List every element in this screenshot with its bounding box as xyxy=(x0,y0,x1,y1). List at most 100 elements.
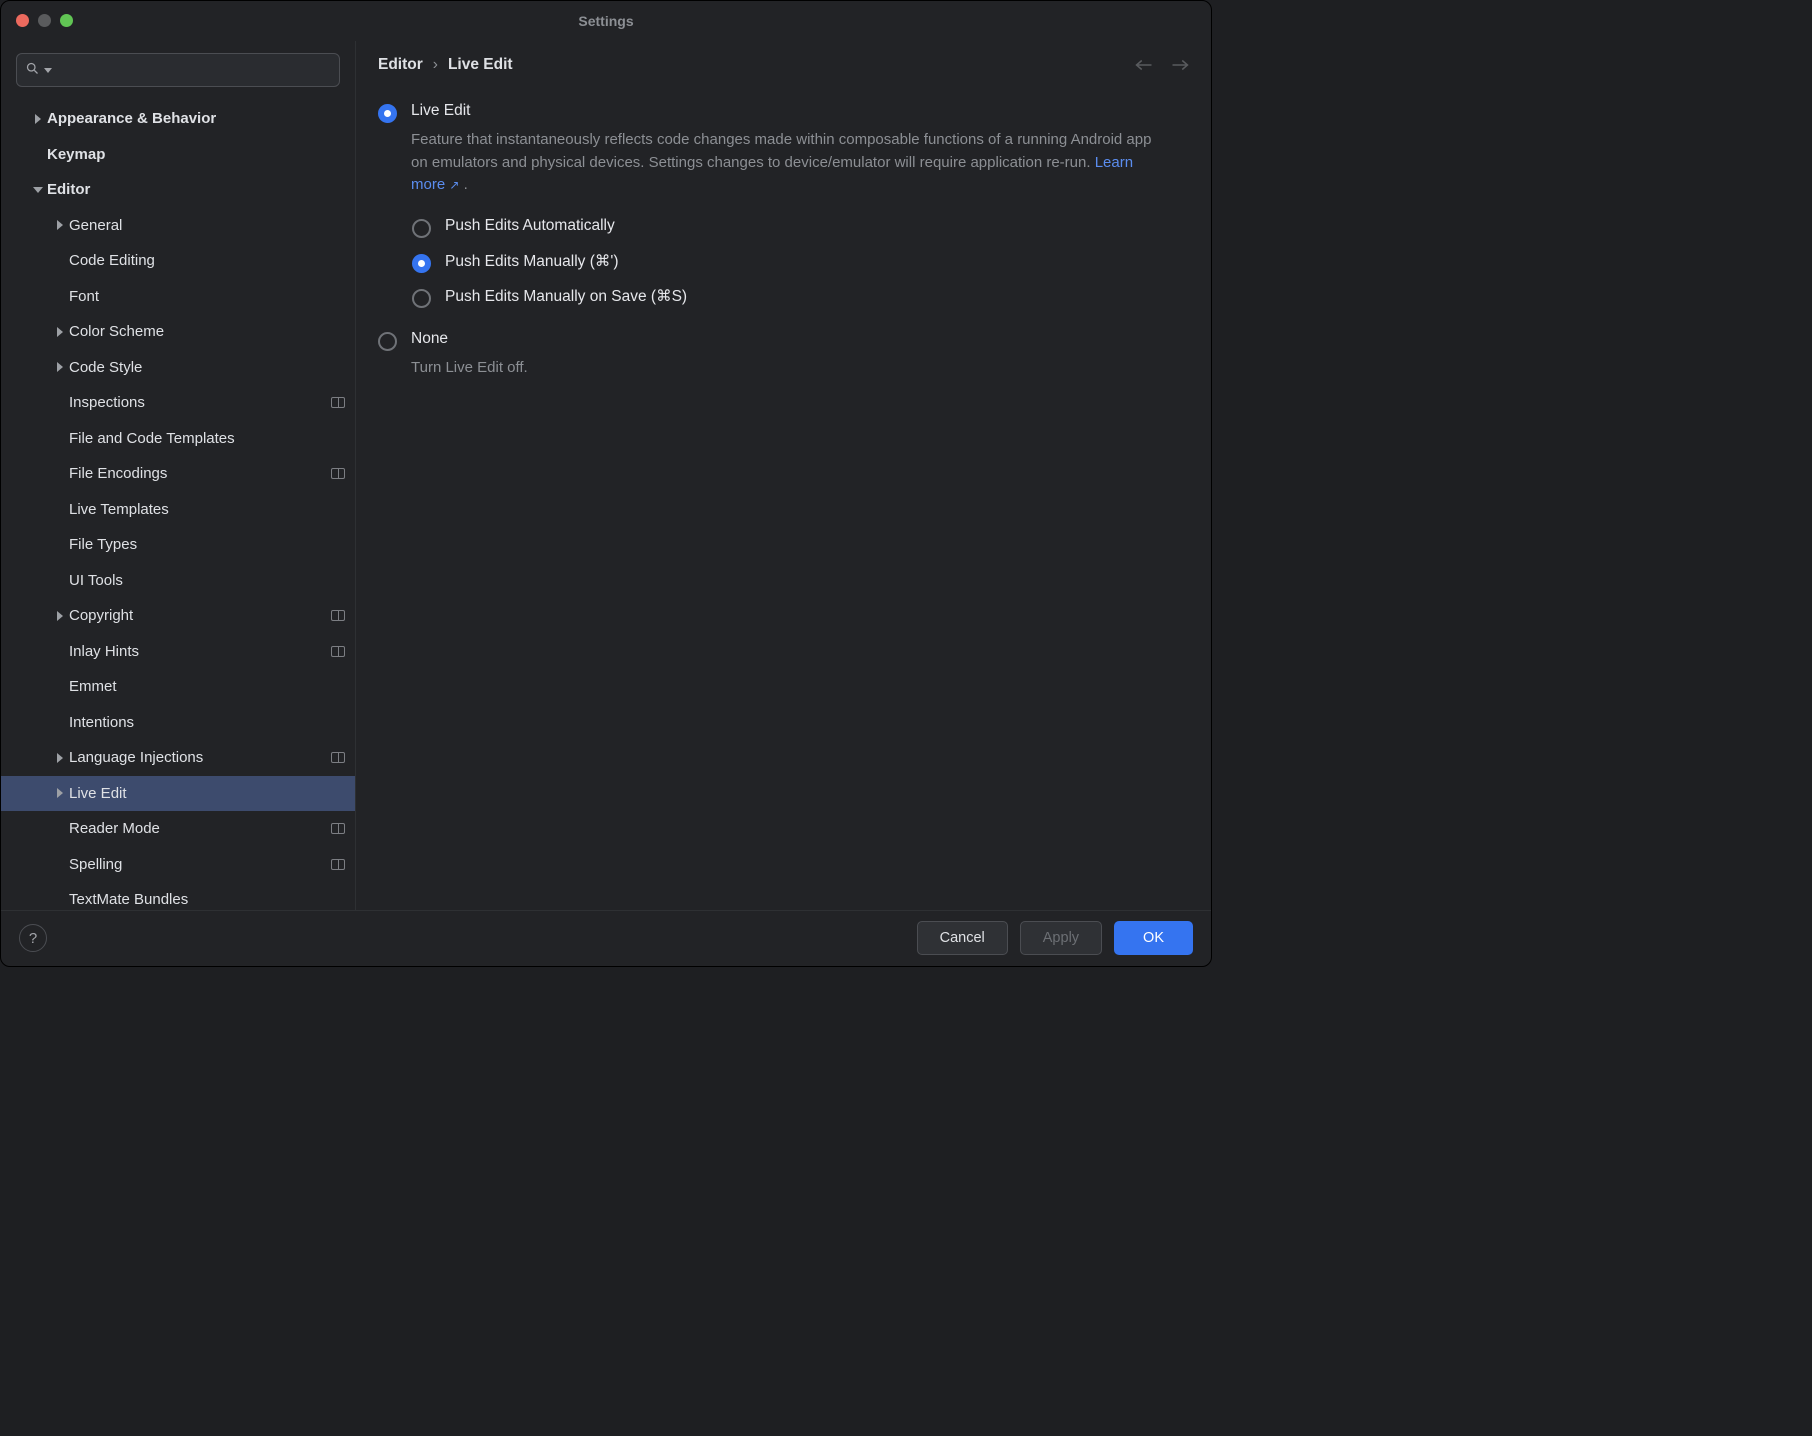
option-description: Feature that instantaneously reflects co… xyxy=(411,129,1171,197)
option-push-on-save[interactable]: Push Edits Manually on Save (⌘S) xyxy=(412,287,1189,308)
window-minimize-button[interactable] xyxy=(38,14,51,27)
tree-item-editor[interactable]: Editor xyxy=(1,172,355,208)
tree-item-file-types[interactable]: File Types xyxy=(1,527,355,563)
tree-item-keymap[interactable]: Keymap xyxy=(1,137,355,173)
tree-item-inspections[interactable]: Inspections xyxy=(1,385,355,421)
tree-item-label: Language Injections xyxy=(69,749,325,766)
option-label: Push Edits Automatically xyxy=(445,217,615,235)
external-link-icon: ↗ xyxy=(449,178,459,192)
chevron-icon xyxy=(51,788,69,798)
tree-item-reader-mode[interactable]: Reader Mode xyxy=(1,811,355,847)
tree-item-textmate-bundles[interactable]: TextMate Bundles xyxy=(1,882,355,910)
settings-tree[interactable]: Appearance & Behavior Keymap Editor General… xyxy=(1,95,355,910)
tree-item-label: Spelling xyxy=(69,856,325,873)
tree-item-file-encodings[interactable]: File Encodings xyxy=(1,456,355,492)
tree-item-ui-tools[interactable]: UI Tools xyxy=(1,563,355,599)
option-description: Turn Live Edit off. xyxy=(411,357,1171,380)
window-title: Settings xyxy=(578,13,633,29)
tree-item-general[interactable]: General xyxy=(1,208,355,244)
tree-item-label: Inlay Hints xyxy=(69,643,325,660)
tree-item-label: Font xyxy=(69,288,345,305)
button-label: Apply xyxy=(1043,930,1079,946)
radio-push-on-save[interactable] xyxy=(412,289,431,308)
option-none[interactable]: None xyxy=(378,330,1189,351)
tree-item-label: Emmet xyxy=(69,678,345,695)
breadcrumb: Editor › Live Edit xyxy=(378,56,513,74)
button-label: Cancel xyxy=(940,930,985,946)
tree-item-live-edit[interactable]: Live Edit xyxy=(1,776,355,812)
tree-item-label: File and Code Templates xyxy=(69,430,345,447)
chevron-icon xyxy=(51,220,69,230)
project-scope-icon xyxy=(331,468,345,479)
tree-item-copyright[interactable]: Copyright xyxy=(1,598,355,634)
tree-item-label: Keymap xyxy=(47,146,345,163)
tree-item-language-injections[interactable]: Language Injections xyxy=(1,740,355,776)
tree-item-font[interactable]: Font xyxy=(1,279,355,315)
window-zoom-button[interactable] xyxy=(60,14,73,27)
project-scope-icon xyxy=(331,823,345,834)
project-scope-icon xyxy=(331,610,345,621)
settings-content: Live Edit Feature that instantaneously r… xyxy=(356,84,1211,383)
body-area: Appearance & Behavior Keymap Editor General… xyxy=(1,41,1211,911)
chevron-icon xyxy=(51,611,69,621)
tree-item-emmet[interactable]: Emmet xyxy=(1,669,355,705)
settings-sidebar: Appearance & Behavior Keymap Editor General… xyxy=(1,41,356,910)
tree-item-label: Code Editing xyxy=(69,252,345,269)
option-live-edit[interactable]: Live Edit xyxy=(378,102,1189,123)
option-push-manual[interactable]: Push Edits Manually (⌘') xyxy=(412,252,1189,273)
nav-back-button[interactable] xyxy=(1135,58,1153,72)
tree-item-label: Intentions xyxy=(69,714,345,731)
search-input[interactable] xyxy=(58,62,331,78)
apply-button[interactable]: Apply xyxy=(1020,921,1102,955)
chevron-icon xyxy=(29,114,47,124)
tree-item-label: Live Templates xyxy=(69,501,345,518)
description-text: Feature that instantaneously reflects co… xyxy=(411,131,1151,171)
ok-button[interactable]: OK xyxy=(1114,921,1193,955)
tree-item-code-editing[interactable]: Code Editing xyxy=(1,243,355,279)
tree-item-live-templates[interactable]: Live Templates xyxy=(1,492,355,528)
chevron-icon xyxy=(51,327,69,337)
option-push-auto[interactable]: Push Edits Automatically xyxy=(412,217,1189,238)
nav-forward-button[interactable] xyxy=(1171,58,1189,72)
tree-item-spelling[interactable]: Spelling xyxy=(1,847,355,883)
tree-item-label: Editor xyxy=(47,181,345,198)
tree-item-inlay-hints[interactable]: Inlay Hints xyxy=(1,634,355,670)
search-icon xyxy=(25,61,40,80)
button-label: OK xyxy=(1143,930,1164,946)
tree-item-code-style[interactable]: Code Style xyxy=(1,350,355,386)
dialog-button-bar: ? Cancel Apply OK xyxy=(1,911,1211,966)
breadcrumb-separator: › xyxy=(433,56,438,74)
tree-item-label: Inspections xyxy=(69,394,325,411)
tree-item-label: UI Tools xyxy=(69,572,345,589)
tree-item-label: Copyright xyxy=(69,607,325,624)
search-dropdown-icon[interactable] xyxy=(44,68,52,73)
title-bar: Settings xyxy=(1,1,1211,41)
tree-item-label: File Types xyxy=(69,536,345,553)
tree-item-intentions[interactable]: Intentions xyxy=(1,705,355,741)
radio-live-edit[interactable] xyxy=(378,104,397,123)
search-box[interactable] xyxy=(16,53,340,87)
radio-push-auto[interactable] xyxy=(412,219,431,238)
tree-item-file-and-code-templates[interactable]: File and Code Templates xyxy=(1,421,355,457)
help-button[interactable]: ? xyxy=(19,924,47,952)
tree-item-label: File Encodings xyxy=(69,465,325,482)
tree-item-label: Code Style xyxy=(69,359,345,376)
option-label: Push Edits Manually on Save (⌘S) xyxy=(445,287,687,306)
settings-main: Editor › Live Edit Live Edit xyxy=(356,41,1211,910)
radio-push-manual[interactable] xyxy=(412,254,431,273)
project-scope-icon xyxy=(331,859,345,870)
settings-window: Settings Appearance & Behavior Keymap Edit… xyxy=(0,0,1212,967)
tree-item-label: General xyxy=(69,217,345,234)
tree-item-label: Color Scheme xyxy=(69,323,345,340)
tree-item-appearance-behavior[interactable]: Appearance & Behavior xyxy=(1,101,355,137)
cancel-button[interactable]: Cancel xyxy=(917,921,1008,955)
chevron-icon xyxy=(51,753,69,763)
window-close-button[interactable] xyxy=(16,14,29,27)
breadcrumb-segment: Live Edit xyxy=(448,56,513,74)
breadcrumb-segment: Editor xyxy=(378,56,423,74)
radio-none[interactable] xyxy=(378,332,397,351)
traffic-lights xyxy=(16,14,73,27)
tree-item-label: Reader Mode xyxy=(69,820,325,837)
option-label: Live Edit xyxy=(411,102,470,120)
tree-item-color-scheme[interactable]: Color Scheme xyxy=(1,314,355,350)
